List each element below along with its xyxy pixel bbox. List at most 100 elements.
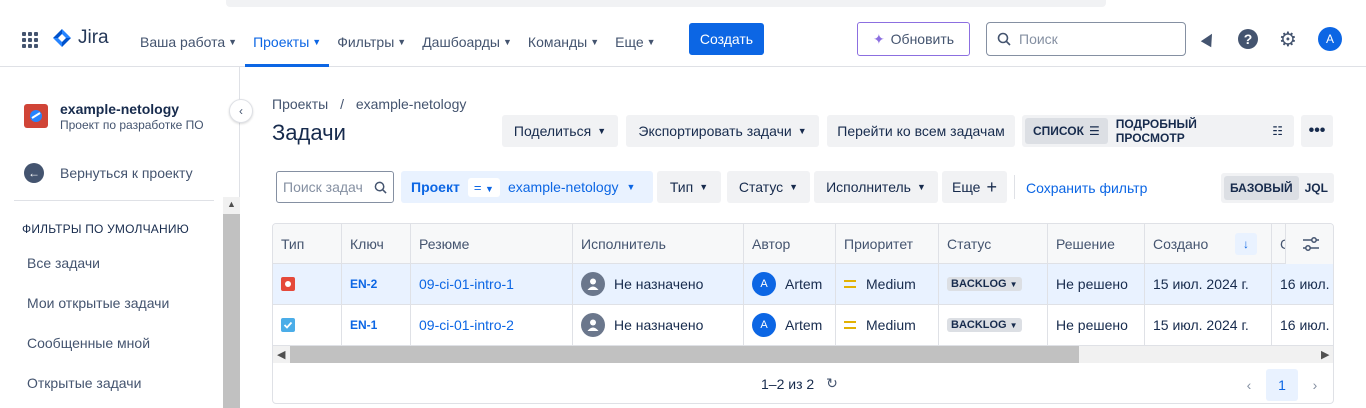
sidebar-item-all-issues[interactable]: Все задачи bbox=[27, 255, 100, 271]
list-view-button[interactable]: СПИСОК ☰ bbox=[1025, 118, 1108, 144]
search-placeholder: Поиск bbox=[1019, 31, 1058, 47]
updated-cell: 16 июл. 2 bbox=[1280, 276, 1333, 292]
project-filter-label: Проект bbox=[411, 179, 460, 195]
issue-key-link[interactable]: EN-1 bbox=[342, 305, 411, 345]
status-lozenge[interactable]: BACKLOG ▼ bbox=[947, 277, 1022, 291]
sidebar-item-reported-by-me[interactable]: Сообщенные мной bbox=[27, 335, 150, 351]
updated-cell: 16 июл. 2 bbox=[1280, 317, 1333, 333]
share-button[interactable]: Поделиться ▼ bbox=[502, 115, 618, 147]
column-header-status[interactable]: Статус bbox=[939, 224, 1048, 263]
menu-projects[interactable]: Проекты ▼ bbox=[245, 16, 330, 67]
top-navigation: Jira Ваша работа ▼ Проекты ▼ Фильтры ▼ Дашб… bbox=[0, 8, 1366, 67]
browser-top-strip bbox=[0, 0, 1366, 8]
menu-teams[interactable]: Команды ▼ bbox=[520, 16, 607, 67]
breadcrumb-project[interactable]: example-netology bbox=[356, 96, 467, 112]
table-row[interactable]: EN-1 09-ci-01-intro-2 Не назначено A Art… bbox=[273, 305, 1333, 346]
table-horizontal-scrollbar[interactable]: ◀ ▶ bbox=[273, 346, 1333, 363]
breadcrumb-projects[interactable]: Проекты bbox=[272, 96, 328, 112]
global-search-input[interactable]: Поиск bbox=[986, 22, 1186, 56]
scroll-up-icon[interactable]: ▲ bbox=[227, 199, 236, 209]
bug-icon bbox=[281, 277, 295, 291]
project-filter-operator[interactable]: = ▼ bbox=[467, 177, 500, 197]
menu-dashboards[interactable]: Дашбоарды ▼ bbox=[414, 16, 520, 67]
jira-logo-text: Jira bbox=[78, 27, 109, 48]
status-cell[interactable]: BACKLOG ▼ bbox=[939, 305, 1048, 345]
detail-view-button[interactable]: ПОДРОБНЫЙ ПРОСМОТР ☷ bbox=[1108, 117, 1291, 145]
column-header-type[interactable]: Тип bbox=[273, 224, 342, 263]
go-to-all-issues-button[interactable]: Перейти ко всем задачам bbox=[827, 115, 1015, 147]
reporter-cell[interactable]: A Artem bbox=[744, 305, 836, 345]
status-cell[interactable]: BACKLOG ▼ bbox=[939, 264, 1048, 304]
column-header-created[interactable]: Создано ↓ bbox=[1145, 224, 1272, 263]
project-filter-value: example-netology bbox=[507, 179, 619, 195]
upgrade-button[interactable]: ✦ Обновить bbox=[857, 22, 970, 56]
issue-search-input[interactable]: Поиск задач bbox=[276, 171, 394, 203]
column-header-priority[interactable]: Приоритет bbox=[836, 224, 939, 263]
previous-page-chevron-icon[interactable]: ‹ bbox=[1233, 369, 1265, 401]
chevron-down-icon: ▼ bbox=[597, 126, 607, 136]
sparkle-icon: ✦ bbox=[872, 30, 885, 47]
column-header-reporter[interactable]: Автор bbox=[744, 224, 836, 263]
export-issues-button[interactable]: Экспортировать задачи ▼ bbox=[626, 115, 819, 147]
jql-mode-button[interactable]: JQL bbox=[1299, 176, 1334, 200]
issues-table: Тип Ключ Резюме Исполнитель Автор Приори… bbox=[272, 223, 1334, 404]
user-avatar[interactable]: A bbox=[1318, 27, 1342, 51]
created-cell: 15 июл. 2024 г. bbox=[1145, 305, 1272, 345]
column-settings-icon[interactable] bbox=[1285, 224, 1333, 264]
issue-summary-link[interactable]: 09-ci-01-intro-2 bbox=[411, 305, 573, 345]
chevron-down-icon: ▼ bbox=[1009, 280, 1018, 289]
project-avatar-icon bbox=[24, 104, 48, 128]
sidebar-item-open-issues[interactable]: Открытые задачи bbox=[27, 375, 141, 391]
status-lozenge[interactable]: BACKLOG ▼ bbox=[947, 318, 1022, 332]
create-button[interactable]: Создать bbox=[689, 23, 764, 55]
issue-summary-link[interactable]: 09-ci-01-intro-1 bbox=[411, 264, 573, 304]
results-count: 1–2 из 2 ↻ bbox=[761, 375, 838, 392]
menu-your-work[interactable]: Ваша работа ▼ bbox=[132, 16, 245, 67]
scrollbar-thumb[interactable] bbox=[290, 346, 1079, 363]
search-icon bbox=[997, 32, 1011, 46]
app-switcher-icon[interactable] bbox=[22, 32, 38, 48]
column-header-assignee[interactable]: Исполнитель bbox=[573, 224, 744, 263]
page-button[interactable]: 1 bbox=[1266, 369, 1298, 401]
type-filter-button[interactable]: Тип ▼ bbox=[657, 171, 721, 203]
more-filters-button[interactable]: Еще + bbox=[942, 171, 1007, 203]
save-filter-link[interactable]: Сохранить фильтр bbox=[1026, 180, 1147, 196]
assignee-cell[interactable]: Не назначено bbox=[573, 264, 744, 304]
next-page-chevron-icon[interactable]: › bbox=[1299, 369, 1331, 401]
reporter-cell[interactable]: A Artem bbox=[744, 264, 836, 304]
menu-more[interactable]: Еще ▼ bbox=[607, 16, 663, 67]
refresh-icon[interactable]: ↻ bbox=[826, 375, 838, 392]
settings-gear-icon[interactable]: ⚙ bbox=[1277, 28, 1299, 51]
reporter-avatar: A bbox=[752, 272, 776, 296]
collapse-sidebar-chevron-icon[interactable]: ‹ bbox=[229, 99, 253, 123]
table-header: Тип Ключ Резюме Исполнитель Автор Приори… bbox=[273, 224, 1333, 264]
jira-logo[interactable]: Jira bbox=[52, 27, 109, 49]
column-header-key[interactable]: Ключ bbox=[342, 224, 411, 263]
assignee-filter-button[interactable]: Исполнитель ▼ bbox=[814, 171, 938, 203]
project-filter[interactable]: Проект = ▼ example-netology ▼ bbox=[401, 171, 653, 203]
scroll-left-icon[interactable]: ◀ bbox=[277, 348, 285, 361]
menu-filters[interactable]: Фильтры ▼ bbox=[329, 16, 414, 67]
column-header-summary[interactable]: Резюме bbox=[411, 224, 573, 263]
sidebar-item-my-open-issues[interactable]: Мои открытые задачи bbox=[27, 295, 169, 311]
chevron-down-icon: ▼ bbox=[397, 36, 407, 47]
assignee-cell[interactable]: Не назначено bbox=[573, 305, 744, 345]
basic-mode-button[interactable]: БАЗОВЫЙ bbox=[1224, 176, 1299, 200]
issue-key-link[interactable]: EN-2 bbox=[342, 264, 411, 304]
search-icon bbox=[374, 181, 387, 194]
notifications-icon[interactable] bbox=[1198, 28, 1220, 50]
status-filter-button[interactable]: Статус ▼ bbox=[727, 171, 810, 203]
scroll-right-icon[interactable]: ▶ bbox=[1321, 348, 1329, 361]
project-name[interactable]: example-netology bbox=[60, 101, 179, 117]
sort-arrow-down-icon[interactable]: ↓ bbox=[1235, 232, 1257, 255]
chevron-down-icon: ▼ bbox=[228, 36, 238, 47]
column-header-resolution[interactable]: Решение bbox=[1048, 224, 1145, 263]
back-to-project-link[interactable]: ← Вернуться к проекту bbox=[24, 163, 193, 183]
table-row[interactable]: EN-2 09-ci-01-intro-1 Не назначено A Art… bbox=[273, 264, 1333, 305]
more-actions-button[interactable]: ••• bbox=[1301, 115, 1333, 147]
chevron-down-icon: ▼ bbox=[626, 182, 636, 192]
project-type: Проект по разработке ПО bbox=[60, 118, 204, 132]
chevron-down-icon: ▼ bbox=[916, 182, 926, 192]
sidebar-scrollbar[interactable]: ▲ bbox=[223, 197, 240, 408]
help-icon[interactable]: ? bbox=[1237, 28, 1259, 50]
